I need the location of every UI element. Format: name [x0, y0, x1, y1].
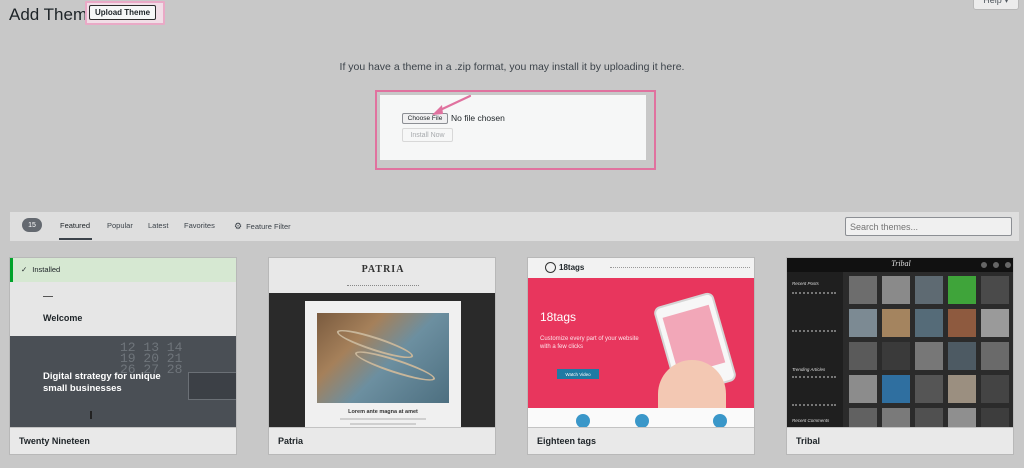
preview-sidebar-heading-3: Recent Comments — [792, 418, 830, 423]
preview-logo: Tribal — [891, 259, 911, 268]
preview-sidebar-heading-1: Recent Posts — [792, 281, 819, 286]
preview-tagline: Digital strategy for unique small busine… — [43, 371, 161, 394]
preview-thumb — [849, 276, 877, 304]
preview-monitor — [188, 372, 236, 400]
preview-thumb — [915, 309, 943, 337]
theme-name: Twenty Nineteen — [10, 427, 236, 454]
help-tab[interactable]: Help ▾ — [973, 0, 1019, 10]
arrow-annotation-icon — [432, 94, 472, 115]
theme-card-patria[interactable]: PATRIA Lorem ante magna at amet Patria — [268, 257, 496, 455]
preview-thumb — [981, 342, 1009, 370]
preview-logo: PATRIA — [361, 264, 405, 275]
feature-filter-button[interactable]: ⚙ Feature Filter — [234, 221, 291, 232]
preview-thumb — [915, 276, 943, 304]
preview-line-2 — [350, 423, 416, 425]
tab-latest[interactable]: Latest — [148, 221, 168, 230]
preview-topbar: Tribal — [787, 258, 1013, 272]
theme-count-badge: 15 — [22, 218, 42, 232]
theme-preview-dark: 12 13 14 19 20 21 26 27 28 Digital strateg… — [10, 336, 236, 429]
preview-boat-image — [317, 313, 449, 403]
preview-thumb — [981, 375, 1009, 403]
preview-feature-icon-2 — [635, 414, 649, 428]
preview-logo: 18tags — [559, 263, 585, 272]
theme-name: Tribal — [787, 427, 1013, 454]
preview-thumb — [981, 276, 1009, 304]
preview-photo-grid — [843, 272, 1013, 436]
preview-thumb — [948, 309, 976, 337]
preview-thumb — [948, 342, 976, 370]
preview-sidebar-list-1 — [792, 292, 836, 332]
upload-instructions: If you have a theme in a .zip format, yo… — [339, 61, 685, 73]
theme-card-eighteen-tags[interactable]: 18tags 18tags Customize every part of yo… — [527, 257, 755, 455]
preview-dash — [43, 296, 53, 297]
preview-topbar: 18tags — [528, 258, 754, 278]
preview-thumb — [849, 309, 877, 337]
preview-watch-button: Watch Video — [557, 369, 599, 379]
preview-thumb — [882, 309, 910, 337]
upload-theme-button[interactable]: Upload Theme — [89, 5, 156, 20]
preview-thumb — [849, 375, 877, 403]
preview-feature-icon-1 — [576, 414, 590, 428]
preview-thumb — [948, 276, 976, 304]
preview-article: Lorem ante magna at amet — [305, 301, 461, 429]
active-tab-indicator — [59, 238, 92, 240]
theme-card-tribal[interactable]: Tribal Recent Posts Trending Articles Re… — [786, 257, 1014, 455]
installed-label: Installed — [32, 265, 61, 274]
preview-heading: Welcome — [43, 313, 83, 323]
preview-thumb — [849, 342, 877, 370]
search-themes-input[interactable] — [845, 217, 1012, 236]
preview-thumb — [915, 375, 943, 403]
preview-social-icons — [981, 262, 1011, 268]
theme-card-twenty-nineteen[interactable]: ✓ Installed Welcome 12 13 14 19 20 21 26 2… — [9, 257, 237, 455]
install-now-button[interactable]: Install Now — [402, 128, 453, 142]
preview-caption: Lorem ante magna at amet — [348, 409, 418, 415]
preview-thumb — [981, 309, 1009, 337]
tab-favorites[interactable]: Favorites — [184, 221, 215, 230]
feature-filter-label: Feature Filter — [246, 222, 291, 231]
preview-lamp — [90, 411, 92, 419]
preview-hero: 18tags Customize every part of your webs… — [528, 278, 754, 408]
preview-sidebar-list-2 — [792, 376, 836, 406]
preview-hero: Lorem ante magna at amet — [269, 293, 495, 429]
theme-preview-top: Welcome — [10, 282, 236, 336]
preview-nav — [610, 267, 750, 269]
preview-features — [528, 408, 754, 429]
preview-thumb — [915, 342, 943, 370]
theme-name: Patria — [269, 427, 495, 454]
preview-line-1 — [340, 418, 426, 420]
checkmark-icon: ✓ — [21, 265, 28, 274]
preview-feature-icon-3 — [713, 414, 727, 428]
tab-popular[interactable]: Popular — [107, 221, 133, 230]
preview-thumb — [882, 276, 910, 304]
preview-sidebar: Recent Posts Trending Articles Recent Co… — [787, 272, 843, 429]
preview-nav — [347, 285, 419, 287]
preview-thumb — [882, 342, 910, 370]
preview-logo-icon — [545, 262, 556, 273]
preview-heading: 18tags — [540, 310, 577, 324]
preview-subheading: Customize every part of your website wit… — [540, 336, 639, 350]
preview-sidebar-heading-2: Trending Articles — [792, 367, 826, 372]
preview-header: PATRIA — [269, 258, 495, 293]
gear-icon: ⚙ — [234, 221, 243, 231]
preview-thumb — [882, 375, 910, 403]
preview-thumb — [948, 375, 976, 403]
tab-featured[interactable]: Featured — [60, 221, 90, 230]
theme-name: Eighteen tags — [528, 427, 754, 454]
installed-banner: ✓ Installed — [10, 258, 236, 282]
